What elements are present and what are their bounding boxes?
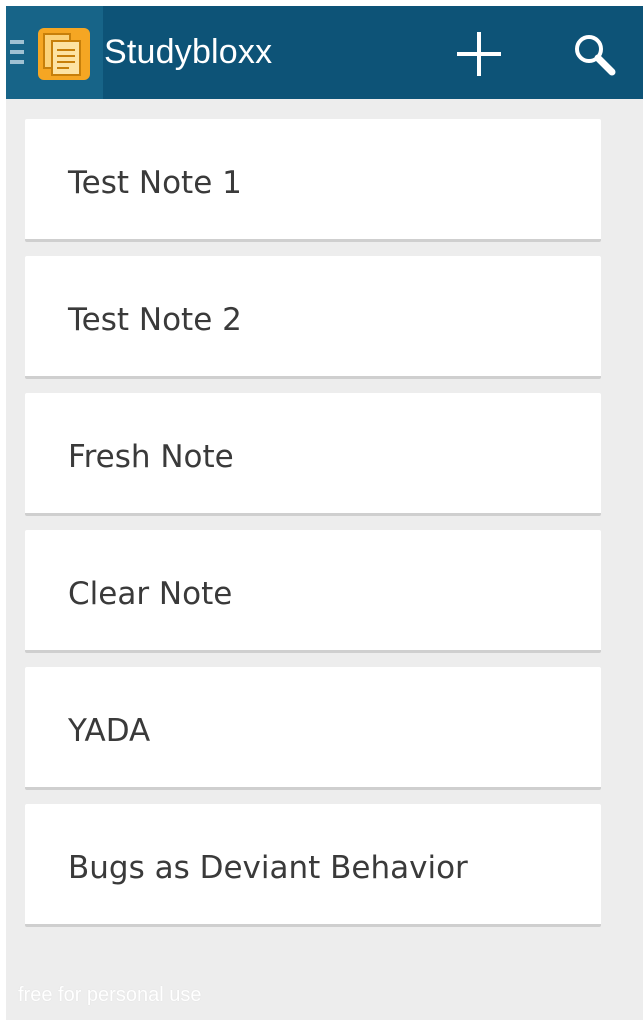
note-list: Test Note 1 Test Note 2 Fresh Note Clear… — [25, 119, 601, 941]
app-bar: Studybloxx — [6, 6, 643, 99]
note-card[interactable]: Test Note 2 — [25, 256, 601, 379]
note-card[interactable]: Test Note 1 — [25, 119, 601, 242]
note-title: YADA — [68, 713, 151, 749]
note-card[interactable]: Bugs as Deviant Behavior — [25, 804, 601, 927]
plus-icon[interactable] — [451, 26, 507, 82]
search-icon[interactable] — [566, 26, 622, 82]
note-title: Bugs as Deviant Behavior — [68, 850, 468, 886]
notes-app-icon — [38, 28, 90, 80]
note-title: Clear Note — [68, 576, 233, 612]
watermark-text: free for personal use — [18, 984, 202, 1006]
note-title: Test Note 1 — [68, 165, 242, 201]
app-home-button[interactable] — [6, 6, 103, 99]
note-title: Test Note 2 — [68, 302, 242, 338]
notes-content: Test Note 1 Test Note 2 Fresh Note Clear… — [6, 99, 643, 1020]
note-title: Fresh Note — [68, 439, 234, 475]
note-card[interactable]: Clear Note — [25, 530, 601, 653]
drawer-indicator-icon — [10, 40, 28, 68]
note-card[interactable]: YADA — [25, 667, 601, 790]
note-card[interactable]: Fresh Note — [25, 393, 601, 516]
app-title: Studybloxx — [104, 33, 273, 71]
